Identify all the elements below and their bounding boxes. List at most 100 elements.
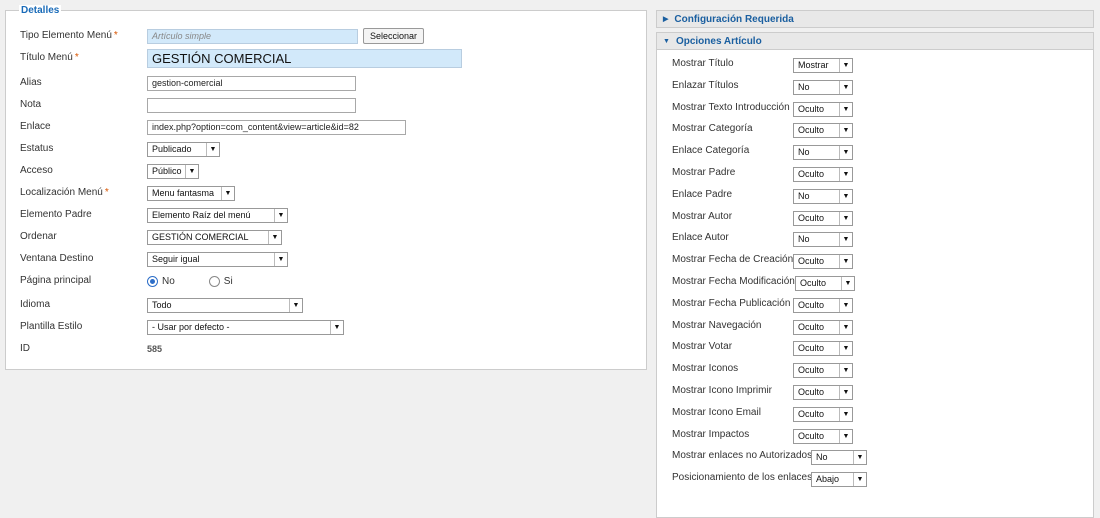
option-select[interactable]: Oculto ▼ (793, 254, 853, 270)
dropdown-arrow-icon: ▼ (839, 342, 852, 356)
link-label: Enlace (20, 121, 51, 132)
required-marker: * (104, 187, 109, 198)
option-label: Enlace Categoría (672, 145, 750, 157)
details-legend: Detalles (19, 5, 62, 17)
option-select[interactable]: Oculto ▼ (793, 341, 853, 357)
menu-item-type-field: Artículo simple (147, 28, 358, 44)
select-type-button[interactable]: Seleccionar (363, 28, 425, 44)
option-select[interactable]: Oculto ▼ (793, 428, 853, 444)
option-label: Mostrar Iconos (672, 363, 739, 375)
dropdown-arrow-icon: ▼ (839, 386, 852, 399)
option-select[interactable]: Oculto ▼ (793, 123, 853, 139)
option-label: Enlazar Títulos (672, 79, 739, 91)
option-label: Mostrar Autor (672, 210, 733, 222)
option-label: Mostrar Votar (672, 341, 733, 353)
dropdown-arrow-icon: ▼ (274, 208, 287, 222)
access-label: Acceso (20, 165, 53, 176)
option-label: Mostrar Icono Email (672, 406, 761, 418)
option-select[interactable]: Oculto ▼ (793, 101, 853, 117)
home-page-label: Página principal (20, 275, 92, 286)
option-label: Mostrar Padre (672, 167, 736, 178)
required-marker: * (74, 52, 79, 63)
option-select[interactable]: Mostrar ▼ (793, 58, 853, 73)
id-label: ID (20, 343, 30, 354)
template-style-label: Plantilla Estilo (20, 321, 83, 332)
option-label: Mostrar Navegación (672, 319, 762, 331)
option-select[interactable]: Oculto ▼ (793, 363, 853, 379)
option-select[interactable]: Oculto ▼ (793, 297, 853, 313)
language-select[interactable]: Todo ▼ (147, 297, 303, 313)
option-select[interactable]: No ▼ (793, 232, 853, 248)
option-select[interactable]: Oculto ▼ (793, 319, 853, 335)
dropdown-arrow-icon: ▼ (853, 473, 866, 487)
option-select[interactable]: Abajo ▼ (811, 472, 867, 488)
dropdown-arrow-icon: ▼ (839, 255, 852, 269)
dropdown-arrow-icon: ▼ (839, 364, 852, 378)
required-config-header[interactable]: ▶ Configuración Requerida (656, 10, 1094, 28)
right-panel: ▶ Configuración Requerida ▼ Opciones Art… (656, 10, 1094, 518)
option-select[interactable]: Oculto ▼ (793, 406, 853, 422)
option-label: Mostrar Impactos (672, 428, 750, 440)
option-label: Mostrar Texto Introducción (672, 101, 790, 113)
option-label: Mostrar Fecha Publicación (672, 297, 791, 309)
option-label: Mostrar Fecha de Creación (672, 254, 794, 266)
menu-item-type-label: Tipo Elemento Menú (20, 30, 112, 41)
target-window-select[interactable]: Seguir igual ▼ (147, 251, 288, 267)
radio-unselected-icon (208, 275, 220, 287)
option-select[interactable]: No ▼ (811, 450, 867, 466)
parent-item-label: Elemento Padre (20, 209, 92, 220)
option-label: Posicionamiento de los enlaces (672, 472, 813, 484)
note-input[interactable] (147, 97, 356, 113)
dropdown-arrow-icon: ▼ (839, 102, 852, 116)
option-label: Mostrar Icono Imprimir (672, 385, 773, 396)
article-options-header[interactable]: ▼ Opciones Artículo (656, 32, 1094, 50)
option-select[interactable]: Oculto ▼ (795, 276, 855, 291)
parent-item-select[interactable]: Elemento Raíz del menú ▼ (147, 207, 288, 223)
status-label: Estatus (20, 143, 54, 154)
access-select[interactable]: Público ▼ (147, 163, 199, 179)
option-select[interactable]: No ▼ (793, 79, 853, 95)
dropdown-arrow-icon: ▼ (839, 168, 852, 181)
id-value: 585 (147, 344, 163, 354)
required-config-title: Configuración Requerida (674, 13, 794, 25)
link-input[interactable]: index.php?option=com_content&view=articl… (147, 119, 406, 135)
dropdown-arrow-icon: ▼ (839, 59, 852, 72)
dropdown-arrow-icon: ▼ (839, 146, 852, 160)
option-select[interactable]: No ▼ (793, 188, 853, 204)
home-page-yes-radio[interactable]: Si (208, 275, 233, 287)
option-select[interactable]: No ▼ (793, 145, 853, 161)
template-style-select[interactable]: - Usar por defecto - ▼ (147, 319, 344, 335)
menu-location-label: Localización Menú (20, 187, 103, 198)
option-select[interactable]: Oculto ▼ (793, 385, 853, 400)
option-label: Mostrar enlaces no Autorizados (672, 450, 813, 462)
radio-selected-icon (147, 275, 158, 287)
menu-title-input[interactable]: GESTIÓN COMERCIAL (147, 48, 462, 68)
status-select[interactable]: Publicado ▼ (147, 141, 220, 157)
dropdown-arrow-icon: ▼ (274, 252, 287, 266)
option-select[interactable]: Oculto ▼ (793, 210, 853, 226)
required-marker: * (113, 30, 118, 41)
details-fieldset: Detalles Tipo Elemento Menú * Artículo si… (5, 5, 647, 370)
home-page-no-radio[interactable]: No (147, 275, 175, 287)
alias-label: Alias (20, 77, 42, 88)
dropdown-arrow-icon: ▼ (221, 186, 234, 200)
dropdown-arrow-icon: ▼ (185, 164, 198, 178)
alias-input[interactable]: gestion-comercial (147, 75, 356, 91)
ordering-label: Ordenar (20, 231, 57, 242)
dropdown-arrow-icon: ▼ (839, 407, 852, 421)
dropdown-arrow-icon: ▼ (841, 277, 854, 290)
collapsed-triangle-icon: ▶ (663, 16, 669, 23)
dropdown-arrow-icon: ▼ (330, 320, 343, 334)
option-label: Mostrar Fecha Modificación (672, 276, 795, 287)
dropdown-arrow-icon: ▼ (839, 80, 852, 94)
menu-title-label: Título Menú (20, 52, 73, 63)
menu-location-select[interactable]: Menu fantasma ▼ (147, 185, 235, 201)
language-label: Idioma (20, 299, 51, 310)
dropdown-arrow-icon: ▼ (839, 233, 852, 247)
option-select[interactable]: Oculto ▼ (793, 167, 853, 182)
article-options-title: Opciones Artículo (675, 35, 762, 47)
ordering-select[interactable]: GESTIÓN COMERCIAL ▼ (147, 229, 282, 245)
dropdown-arrow-icon: ▼ (206, 142, 219, 156)
option-label: Enlace Padre (672, 188, 733, 200)
dropdown-arrow-icon: ▼ (839, 124, 852, 138)
